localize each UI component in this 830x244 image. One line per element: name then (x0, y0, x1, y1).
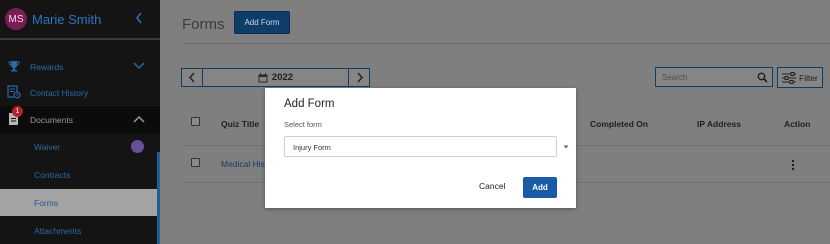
sidebar-item-label: Attachments (34, 225, 82, 236)
sidebar-item-rewards[interactable]: Rewards (0, 53, 160, 80)
add-form-button[interactable]: Add Form (234, 11, 290, 34)
chevron-right-icon (357, 72, 363, 83)
quiz-title-link[interactable]: Medical Hist (221, 159, 267, 169)
cancel-button[interactable]: Cancel (479, 181, 505, 191)
contact-history-icon (7, 85, 21, 99)
column-header-completed-on[interactable]: Completed On (590, 119, 648, 129)
sidebar-item-label: Contact History (30, 87, 89, 98)
page-title: Forms (182, 16, 225, 33)
sidebar-item-label: Contracts (34, 169, 71, 180)
sidebar-item-label: Waiver (34, 141, 61, 152)
sidebar-item-label: Rewards (30, 61, 64, 72)
sidebar: MS Marie Smith Rewards Contact History 1… (0, 0, 160, 244)
sidebar-item-partial (0, 40, 160, 46)
sidebar-item-forms[interactable]: Forms (0, 189, 160, 216)
avatar[interactable]: MS (5, 8, 27, 30)
year-label: 2022 (271, 72, 294, 83)
year-navigator: 2022 (181, 68, 370, 87)
header-divider (182, 43, 830, 44)
calendar-icon (258, 72, 268, 82)
select-all-checkbox[interactable] (191, 117, 200, 126)
selected-form-value: Injury Form (293, 143, 331, 152)
column-header-quiz-title[interactable]: Quiz Title (221, 119, 259, 129)
year-display[interactable]: 2022 (203, 69, 348, 86)
previous-year-button[interactable] (182, 69, 203, 86)
sidebar-item-label: Documents (30, 114, 73, 125)
notification-badge: 1 (12, 106, 23, 117)
chevron-left-icon (189, 72, 195, 83)
search-box (655, 67, 773, 87)
dialog-title: Add Form (284, 98, 335, 110)
filter-button[interactable]: Filter (777, 67, 823, 88)
chevron-left-icon[interactable] (134, 11, 144, 25)
filter-label: Filter (799, 72, 818, 83)
select-form-dropdown[interactable]: Injury Form (284, 136, 569, 157)
waiver-icon (131, 140, 144, 153)
filter-sliders-icon (782, 71, 796, 84)
search-icon[interactable] (757, 72, 768, 83)
column-header-ip-address[interactable]: IP Address (697, 119, 741, 129)
more-actions-icon[interactable] (791, 159, 795, 171)
column-header-action: Action (784, 119, 811, 129)
add-form-dialog: Add Form Select form Injury Form Cancel … (265, 88, 576, 208)
sidebar-item-contact-history[interactable]: Contact History (0, 79, 160, 106)
chevron-down-icon[interactable] (133, 62, 145, 70)
sidebar-item-documents[interactable]: 1 Documents (0, 106, 160, 133)
trophy-icon (8, 61, 20, 72)
sidebar-item-waiver[interactable]: Waiver (0, 133, 160, 160)
row-checkbox[interactable] (191, 158, 200, 167)
sidebar-item-contracts[interactable]: Contracts (0, 161, 160, 188)
user-name[interactable]: Marie Smith (32, 12, 101, 27)
next-year-button[interactable] (348, 69, 369, 86)
sidebar-item-attachments[interactable]: Attachments (0, 217, 160, 244)
search-input[interactable] (656, 68, 756, 86)
select-form-label: Select form (284, 120, 322, 129)
sidebar-item-label: Forms (34, 197, 59, 208)
chevron-up-icon[interactable] (133, 115, 145, 123)
caret-down-icon (563, 145, 569, 149)
add-button[interactable]: Add (523, 177, 557, 198)
